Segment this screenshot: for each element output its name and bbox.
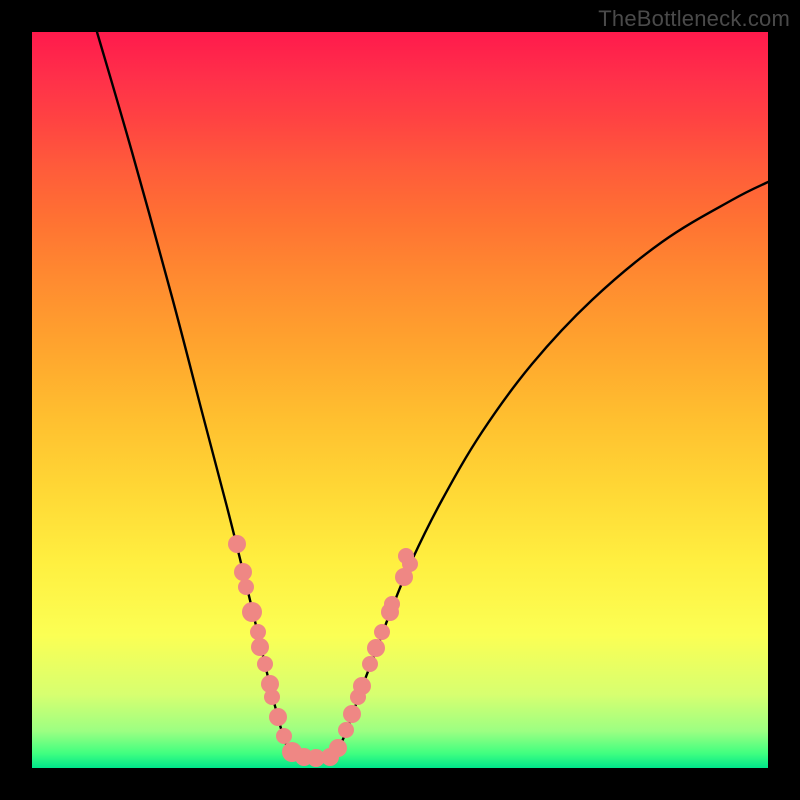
scatter-dot bbox=[353, 677, 371, 695]
bottleneck-curve-right bbox=[332, 182, 768, 758]
chart-frame: TheBottleneck.com bbox=[0, 0, 800, 800]
watermark-text: TheBottleneck.com bbox=[598, 6, 790, 32]
scatter-dot bbox=[362, 656, 378, 672]
plot-area bbox=[32, 32, 768, 768]
scatter-dot bbox=[257, 656, 273, 672]
scatter-dot bbox=[338, 722, 354, 738]
scatter-dot bbox=[228, 535, 246, 553]
scatter-dot bbox=[343, 705, 361, 723]
scatter-dot bbox=[251, 638, 269, 656]
scatter-points bbox=[228, 535, 418, 767]
scatter-dot bbox=[264, 689, 280, 705]
scatter-dot bbox=[276, 728, 292, 744]
scatter-dot bbox=[329, 739, 347, 757]
scatter-dot bbox=[269, 708, 287, 726]
scatter-dot bbox=[242, 602, 262, 622]
scatter-dot bbox=[374, 624, 390, 640]
scatter-dot bbox=[234, 563, 252, 581]
scatter-dot bbox=[398, 548, 414, 564]
curve-layer bbox=[32, 32, 768, 768]
scatter-dot bbox=[384, 596, 400, 612]
scatter-dot bbox=[238, 579, 254, 595]
scatter-dot bbox=[250, 624, 266, 640]
scatter-dot bbox=[367, 639, 385, 657]
